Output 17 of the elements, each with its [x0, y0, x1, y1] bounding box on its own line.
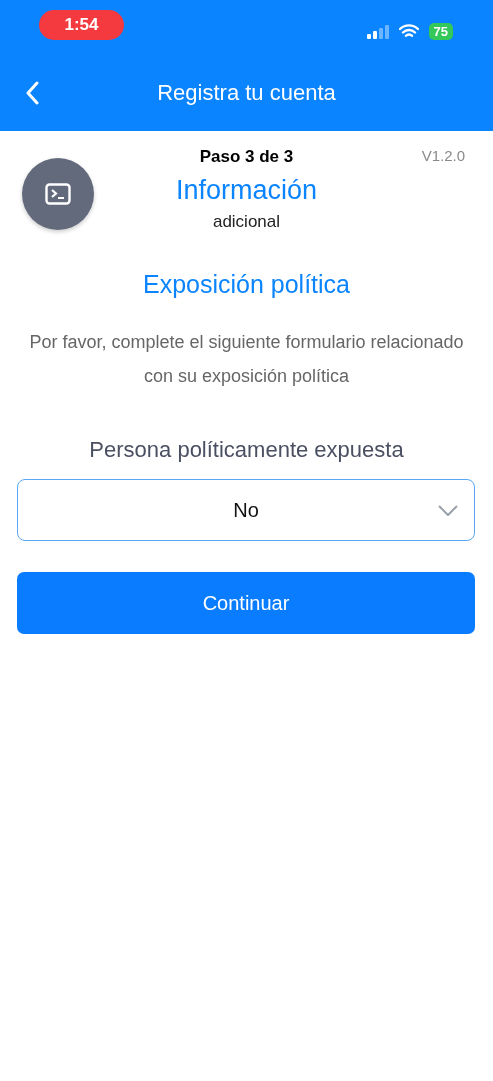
step-subtitle: adicional: [212, 212, 281, 232]
signal-icon: [366, 24, 389, 39]
battery-indicator: 75: [428, 23, 453, 40]
back-icon[interactable]: [25, 81, 39, 105]
version-label: V1.2.0: [421, 147, 465, 164]
terminal-icon: [45, 183, 71, 205]
status-time: 1:54: [39, 10, 124, 40]
continue-button[interactable]: Continuar: [17, 572, 475, 634]
chevron-down-icon: [438, 504, 458, 516]
screen-title: Registra tu cuenta: [157, 80, 336, 106]
section-title: Exposición política: [141, 270, 352, 299]
wifi-icon: [398, 24, 419, 39]
dropdown-field[interactable]: No: [17, 479, 475, 541]
section-description: Por favor, complete el siguiente formulario relacionado con su exposición política: [28, 331, 465, 388]
step-title: Información: [175, 175, 318, 206]
step-indicator: Paso 3 de 3: [199, 147, 294, 167]
field-label: Persona políticamente expuesta: [88, 437, 405, 463]
